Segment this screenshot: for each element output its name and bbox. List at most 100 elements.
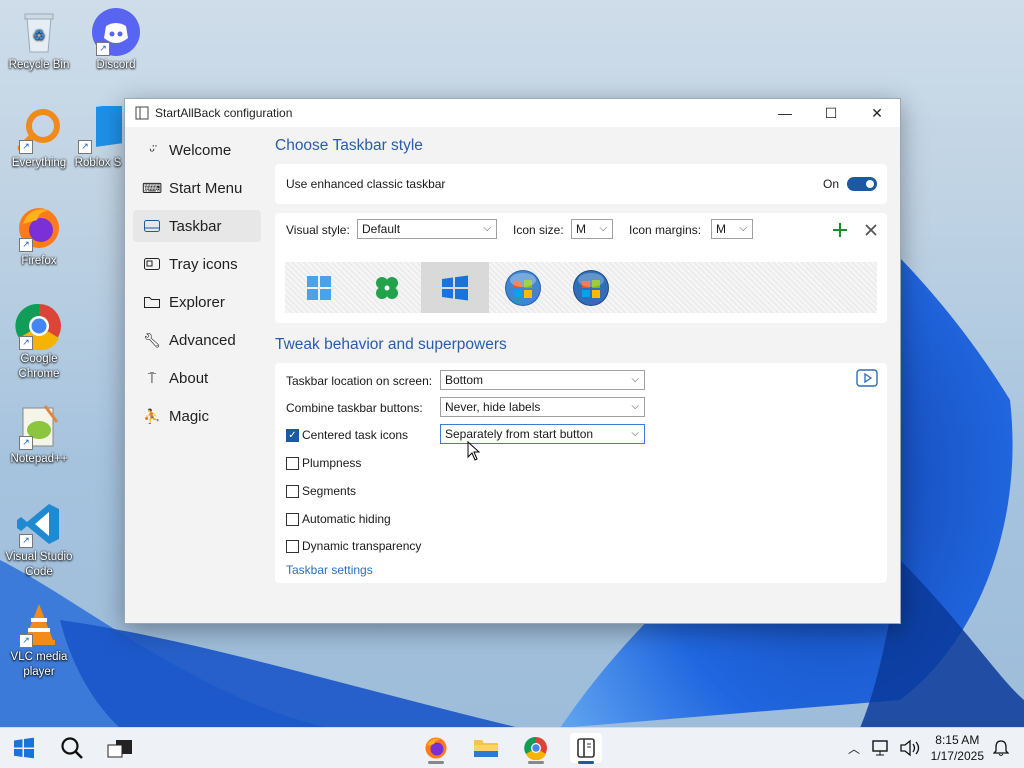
sidebar-item-welcome[interactable]: ᵕ̈ Welcome xyxy=(133,134,261,166)
clover-icon xyxy=(376,276,398,299)
notifications-button[interactable] xyxy=(988,733,1014,763)
visual-style-card: Visual style: Default ⌵ Icon size: M ⌵ Ico… xyxy=(275,213,887,323)
autohide-checkbox[interactable] xyxy=(286,513,299,526)
search-button[interactable] xyxy=(56,733,88,763)
desktop-icon-vlc[interactable]: ↗ VLC media player xyxy=(3,600,75,680)
location-select[interactable]: Bottom ⌵ xyxy=(440,370,645,390)
discord-icon: ↗ xyxy=(92,8,140,56)
sidebar-item-about[interactable]: ⍑ About xyxy=(133,362,261,394)
desktop-icon-label: Notepad++ xyxy=(10,453,68,465)
keyboard-icon: ⌨ xyxy=(141,179,163,196)
show-hidden-icons-button[interactable]: ︿ xyxy=(842,733,866,763)
sidebar-item-label: Tray icons xyxy=(169,255,238,273)
desktop-icon-label: Google Chrome xyxy=(18,353,60,380)
title-bar[interactable]: StartAllBack configuration — ☐ ✕ xyxy=(125,99,900,127)
style-option-win7-orb[interactable] xyxy=(489,262,557,313)
vlc-icon: ↗ xyxy=(15,600,63,648)
icon-size-label: Icon size: xyxy=(513,223,564,237)
centered-label: Centered task icons xyxy=(302,428,409,442)
segments-checkbox[interactable] xyxy=(286,485,299,498)
style-option-clover[interactable] xyxy=(353,262,421,313)
video-play-icon[interactable] xyxy=(856,369,878,387)
chrome-icon xyxy=(524,736,547,760)
desktop-icon-everything[interactable]: ↗ Everything xyxy=(3,106,75,171)
app-icon xyxy=(135,106,149,120)
desktop-icon-label: Everything xyxy=(11,157,67,169)
chevron-down-icon: ⌵ xyxy=(631,401,639,412)
taskbar-file-explorer[interactable] xyxy=(470,733,502,763)
icon-size-value: M xyxy=(576,222,586,236)
tweaks-card: Taskbar location on screen: Bottom ⌵ Comb… xyxy=(275,363,887,583)
minimize-icon: — xyxy=(778,105,792,121)
sidebar-item-explorer[interactable]: Explorer xyxy=(133,286,261,318)
desktop-icon-firefox[interactable]: ↗ Firefox xyxy=(3,204,75,269)
vscode-icon: ↗ xyxy=(15,500,63,548)
chevron-down-icon: ⌵ xyxy=(483,223,491,234)
location-value: Bottom xyxy=(445,373,484,387)
taskbar-firefox[interactable] xyxy=(420,733,452,764)
windows-start-icon xyxy=(14,737,34,759)
desktop-icon-label: VLC media player xyxy=(10,651,68,678)
sidebar-item-label: Explorer xyxy=(169,293,225,311)
volume-button[interactable] xyxy=(896,733,924,763)
taskbar-startallback[interactable] xyxy=(570,733,602,764)
desktop-icon-recycle-bin[interactable]: ♻ Recycle Bin xyxy=(3,8,75,73)
desktop-icon-vscode[interactable]: ↗ Visual Studio Code xyxy=(3,500,75,580)
sidebar-item-label: Advanced xyxy=(169,331,236,349)
magic-icon: ⛹ xyxy=(143,407,161,424)
taskbar: ︿ 8:15 AM 1/17/2025 xyxy=(0,727,1024,768)
file-explorer-icon xyxy=(474,740,498,757)
icon-margins-label: Icon margins: xyxy=(629,223,702,237)
combine-select[interactable]: Never, hide labels ⌵ xyxy=(440,397,645,417)
sidebar-item-label: About xyxy=(169,369,209,387)
maximize-button[interactable]: ☐ xyxy=(808,99,854,127)
tray-icon xyxy=(143,255,161,273)
style-option-win11[interactable] xyxy=(285,262,353,313)
sidebar-item-start-menu[interactable]: ⌨ Start Menu xyxy=(133,172,261,204)
style-option-win10[interactable] xyxy=(421,262,489,313)
taskbar-settings-link[interactable]: Taskbar settings xyxy=(286,563,373,577)
start-button[interactable] xyxy=(8,733,40,763)
taskbar-chrome[interactable] xyxy=(520,733,552,764)
desktop-icon-roblox[interactable]: ↗ Roblox S xyxy=(68,102,128,171)
network-button[interactable] xyxy=(868,733,894,763)
close-icon: ✕ xyxy=(871,104,883,121)
remove-icon[interactable] xyxy=(864,223,878,237)
add-icon[interactable] xyxy=(832,222,848,238)
folder-icon xyxy=(143,293,161,311)
roblox-icon: ↗ xyxy=(74,102,124,154)
sidebar-item-tray-icons[interactable]: Tray icons xyxy=(133,248,261,280)
maximize-icon: ☐ xyxy=(824,104,838,121)
sidebar-item-magic[interactable]: ⛹ Magic xyxy=(133,400,261,432)
combine-value: Never, hide labels xyxy=(445,400,541,414)
system-clock[interactable]: 8:15 AM 1/17/2025 xyxy=(931,732,984,764)
sidebar-item-label: Welcome xyxy=(169,141,232,159)
mouse-cursor-icon xyxy=(467,441,481,461)
close-button[interactable]: ✕ xyxy=(854,99,900,127)
centered-checkbox[interactable]: ✓ xyxy=(286,429,299,442)
sidebar-item-advanced[interactable]: 🔧︎ Advanced xyxy=(133,324,261,356)
desktop-icon-google-chrome[interactable]: ↗ Google Chrome xyxy=(3,302,75,382)
enhanced-taskbar-toggle[interactable] xyxy=(847,177,877,191)
task-view-button[interactable] xyxy=(104,733,136,763)
desktop-icon-discord[interactable]: ↗ Discord xyxy=(80,8,152,73)
centered-mode-value: Separately from start button xyxy=(445,427,594,441)
task-view-icon xyxy=(107,740,132,758)
desktop-icon-notepadpp[interactable]: ↗ Notepad++ xyxy=(3,402,75,467)
style-option-vista-orb[interactable] xyxy=(557,262,625,313)
plumpness-checkbox[interactable] xyxy=(286,457,299,470)
icon-margins-select[interactable]: M ⌵ xyxy=(711,219,753,239)
chevron-down-icon: ⌵ xyxy=(599,223,607,234)
segments-label: Segments xyxy=(302,484,357,498)
icon-size-select[interactable]: M ⌵ xyxy=(571,219,613,239)
sidebar: ᵕ̈ Welcome ⌨ Start Menu Taskbar Tray ico… xyxy=(133,134,261,438)
minimize-button[interactable]: — xyxy=(762,99,808,127)
enhanced-taskbar-card: Use enhanced classic taskbar On xyxy=(275,164,887,204)
chrome-icon: ↗ xyxy=(15,302,63,351)
sidebar-item-taskbar[interactable]: Taskbar xyxy=(133,210,261,242)
dynamic-transparency-checkbox[interactable] xyxy=(286,540,299,553)
firefox-icon xyxy=(425,737,447,759)
visual-style-select[interactable]: Default ⌵ xyxy=(357,219,497,239)
chevron-up-icon: ︿ xyxy=(847,741,860,756)
firefox-icon: ↗ xyxy=(15,204,63,252)
